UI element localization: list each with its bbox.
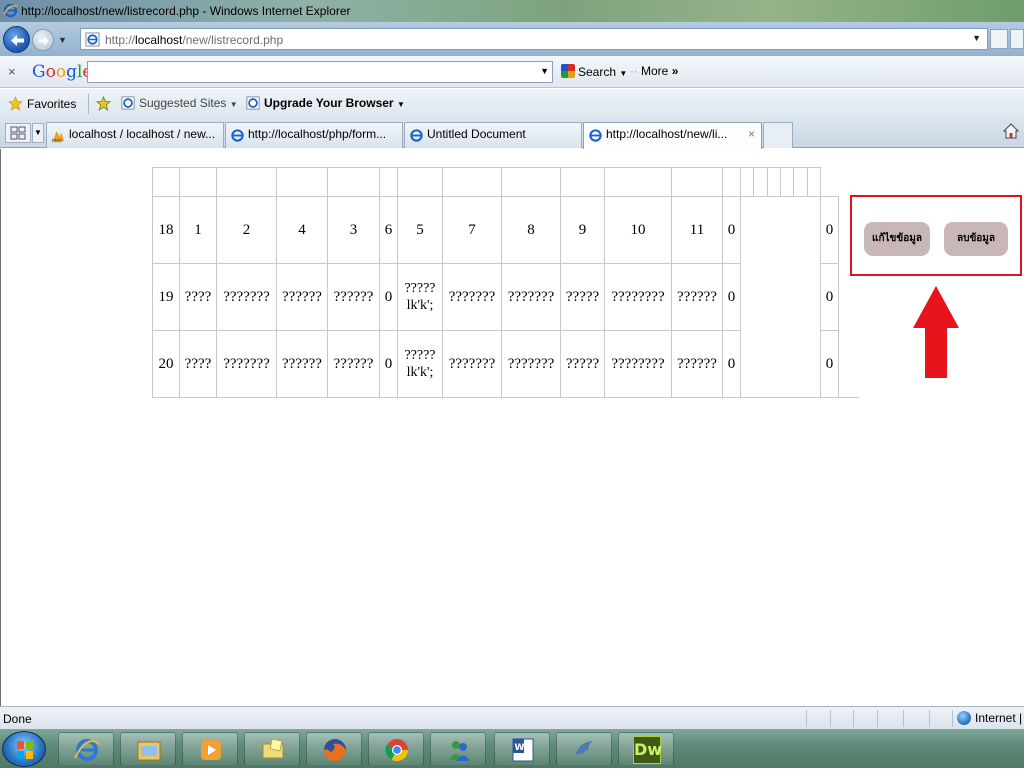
- empty-column: [740, 196, 821, 398]
- empty-header-cells: [741, 168, 820, 196]
- windows-taskbar: W Dw: [0, 729, 1024, 768]
- tab-phpmyadmin[interactable]: PMA localhost / localhost / new...: [46, 122, 224, 148]
- recent-pages-dropdown-icon[interactable]: ▼: [58, 35, 67, 45]
- delete-record-button[interactable]: ลบข้อมูล: [944, 222, 1008, 256]
- taskbar-word[interactable]: W: [494, 732, 550, 766]
- tab-listrecord[interactable]: http://localhost/new/li... ×: [583, 122, 762, 149]
- forward-button[interactable]: [32, 29, 54, 51]
- taskbar-explorer[interactable]: [120, 732, 176, 766]
- start-button[interactable]: [2, 731, 46, 767]
- new-tab-button[interactable]: [763, 122, 793, 148]
- svg-text:W: W: [515, 743, 525, 753]
- back-button[interactable]: [3, 26, 30, 53]
- add-favorite-star-icon: [96, 96, 111, 111]
- red-up-arrow-icon: [913, 286, 959, 378]
- google-logo: Google: [32, 62, 92, 82]
- dreamweaver-icon: Dw: [633, 736, 662, 764]
- chrome-icon: [385, 739, 408, 761]
- edit-record-button[interactable]: แก้ไขข้อมูล: [864, 222, 930, 256]
- table-row: 18 1 2 4 3 6 5 7 8 9 10 11 0 0: [152, 196, 859, 398]
- svg-text:PMA: PMA: [52, 139, 63, 143]
- action-buttons-highlight: แก้ไขข้อมูล ลบข้อมูล: [850, 195, 1022, 276]
- star-icon: [8, 96, 23, 111]
- ie-page-icon: [410, 129, 423, 142]
- taskbar-chrome[interactable]: [368, 732, 424, 766]
- separator: [877, 710, 878, 727]
- windows-logo-icon: [17, 741, 33, 759]
- separator: [88, 94, 89, 114]
- compatibility-view-button[interactable]: [990, 29, 1008, 49]
- security-zone[interactable]: Internet |: [957, 711, 1022, 725]
- dropdown-icon: ▼: [396, 100, 405, 109]
- ie-page-icon: [246, 96, 260, 110]
- pma-icon: PMA: [52, 130, 65, 143]
- explorer-icon: [137, 741, 161, 761]
- mysql-dolphin-icon: [575, 741, 593, 756]
- close-tab-icon[interactable]: ×: [748, 127, 755, 141]
- suggested-sites-link[interactable]: Suggested Sites ▼: [121, 96, 238, 110]
- taskbar-folder[interactable]: [244, 732, 300, 766]
- tab-bar: ▼ PMA localhost / localhost / new... htt…: [0, 118, 1024, 149]
- google-search-button[interactable]: Search ▼: [561, 64, 627, 79]
- google-more-button[interactable]: More »: [641, 64, 678, 78]
- word-icon: W: [512, 738, 534, 762]
- taskbar-media-player[interactable]: [182, 732, 238, 766]
- separator: [806, 710, 807, 727]
- separator: [952, 710, 953, 727]
- navigation-bar: ▼ http://localhost/new/listrecord.php ▼: [0, 22, 1024, 56]
- separator-dots: ··: [630, 64, 638, 78]
- window-title-bar[interactable]: http://localhost/new/listrecord.php - Wi…: [0, 0, 1024, 22]
- ie-page-icon: [589, 129, 602, 142]
- table-header-row: [152, 167, 859, 197]
- separator: [830, 710, 831, 727]
- ie-page-icon: [231, 129, 244, 142]
- ie-page-icon: [121, 96, 135, 110]
- favorites-bar: Favorites Suggested Sites ▼ Upgrade Your…: [0, 89, 1024, 118]
- window-title: http://localhost/new/listrecord.php - Wi…: [21, 4, 351, 18]
- taskbar-mysql[interactable]: [556, 732, 612, 766]
- dropdown-icon: ▼: [619, 69, 628, 78]
- taskbar-ie[interactable]: [58, 732, 114, 766]
- back-arrow-icon: [11, 35, 24, 46]
- favorites-button[interactable]: Favorites: [8, 96, 76, 111]
- firefox-icon: [324, 739, 346, 761]
- upgrade-browser-link[interactable]: Upgrade Your Browser ▼: [246, 96, 405, 110]
- media-player-icon: [201, 740, 221, 760]
- google-toolbar: × Google ▼ Search ▼ ·· More »: [0, 56, 1024, 88]
- address-bar[interactable]: http://localhost/new/listrecord.php ▼: [80, 28, 988, 50]
- address-url[interactable]: http://localhost/new/listrecord.php: [105, 33, 283, 47]
- tab-php-form[interactable]: http://localhost/php/form...: [225, 122, 403, 148]
- double-chevron-icon: »: [671, 64, 679, 78]
- ie-icon: [3, 3, 18, 18]
- tab-untitled-document[interactable]: Untitled Document: [404, 122, 582, 148]
- quick-tabs-button[interactable]: [5, 123, 31, 143]
- ie-icon: [74, 739, 100, 761]
- separator: [903, 710, 904, 727]
- taskbar-messenger[interactable]: [430, 732, 486, 766]
- globe-icon: [957, 711, 971, 725]
- system-tray[interactable]: [870, 737, 1020, 759]
- taskbar-firefox[interactable]: [306, 732, 362, 766]
- messenger-icon: [449, 741, 470, 761]
- separator: [853, 710, 854, 727]
- ie-page-icon: [85, 32, 100, 47]
- close-toolbar-icon[interactable]: ×: [8, 64, 16, 79]
- search-history-dropdown-icon[interactable]: ▼: [540, 66, 549, 76]
- address-dropdown-icon[interactable]: ▼: [972, 33, 981, 43]
- refresh-button[interactable]: [1010, 29, 1024, 49]
- separator: [929, 710, 930, 727]
- records-table: 18 1 2 4 3 6 5 7 8 9 10 11 0 0 19 ???? ?…: [152, 167, 859, 398]
- status-text: Done: [3, 712, 32, 726]
- status-bar: Done Internet |: [0, 706, 1024, 729]
- google-icon: [561, 64, 575, 78]
- quick-tabs-icon: [10, 126, 26, 140]
- google-search-input[interactable]: ▼: [87, 61, 553, 83]
- dropdown-icon: ▼: [229, 100, 238, 109]
- forward-arrow-icon: [39, 36, 49, 46]
- taskbar-dreamweaver[interactable]: Dw: [618, 732, 674, 766]
- folder-sticky-icon: [262, 738, 284, 759]
- add-to-favorites-button[interactable]: [96, 96, 115, 111]
- home-icon[interactable]: [1002, 122, 1020, 140]
- tab-list-button[interactable]: ▼: [32, 123, 44, 143]
